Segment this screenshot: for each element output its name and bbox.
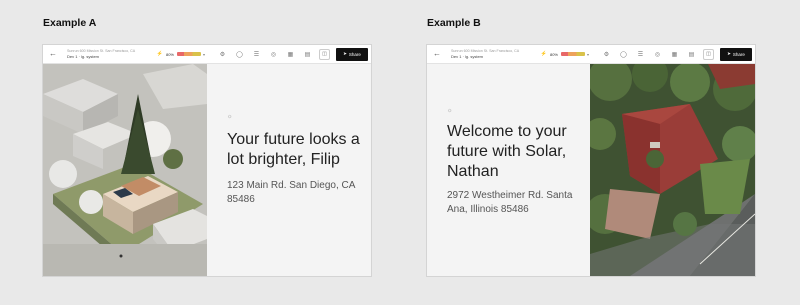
tool-layout-icon[interactable]: ◫	[319, 48, 330, 60]
share-button[interactable]: ➤ Share	[720, 47, 752, 61]
toolbar: ⚙ ◯ ☰ ◎ ▦ ▤ ◫	[214, 45, 333, 64]
hero-headline: Your future looks a lot brighter, Filip	[227, 131, 360, 168]
tool-grid-icon[interactable]: ▦	[282, 45, 299, 64]
send-icon: ➤	[727, 51, 731, 56]
example-a-label: Example A	[43, 17, 97, 29]
back-arrow-icon[interactable]: ←	[49, 50, 59, 58]
hero-address: 2972 Westheimer Rd. Santa Ana, Illinois …	[447, 190, 573, 215]
tool-settings-icon[interactable]: ⚙	[214, 45, 231, 64]
share-label: Share	[732, 51, 745, 57]
offset-meter	[560, 52, 585, 56]
tool-layers-icon[interactable]: ☰	[248, 45, 265, 64]
tool-shield-icon[interactable]: ◯	[615, 45, 632, 64]
example-a-window: ← Sunrun 600 Mission St. San Francisco, …	[43, 45, 371, 276]
send-icon: ➤	[343, 51, 347, 56]
sun-icon: ☼	[227, 114, 233, 120]
back-arrow-icon[interactable]: ←	[433, 50, 443, 58]
offset-percent: 80%	[165, 51, 174, 57]
tool-document-icon[interactable]: ▤	[683, 45, 700, 64]
share-label: Share	[348, 51, 361, 57]
hero-headline: Welcome to your future with Solar, Natha…	[447, 123, 567, 180]
tool-settings-icon[interactable]: ⚙	[598, 45, 615, 64]
tool-document-icon[interactable]: ▤	[299, 45, 316, 64]
project-selector[interactable]: Sunrun 600 Mission St. San Francisco, CA…	[451, 49, 519, 59]
bolt-icon: ⚡	[156, 51, 163, 57]
toolbar: ⚙ ◯ ☰ ◎ ▦ ▤ ◫	[598, 45, 717, 64]
hero-text-panel: ☼ Your future looks a lot brighter, Fili…	[207, 64, 371, 276]
offset-percent: 80%	[549, 51, 558, 57]
example-b-window: ← Sunrun 600 Mission St. San Francisco, …	[427, 45, 755, 276]
system-name: Dev 1 · lg. system	[451, 54, 484, 59]
tool-target-icon[interactable]: ◎	[265, 45, 282, 64]
project-selector[interactable]: Sunrun 600 Mission St. San Francisco, CA…	[67, 49, 135, 59]
chevron-down-icon[interactable]: ▾	[587, 52, 589, 57]
hero-text-panel: ☼ Welcome to your future with Solar, Nat…	[427, 64, 590, 276]
bolt-icon: ⚡	[540, 51, 547, 57]
app-topbar: ← Sunrun 600 Mission St. San Francisco, …	[427, 45, 755, 64]
hero-address: 123 Main Rd. San Diego, CA 85486	[227, 180, 355, 205]
sun-icon: ☼	[447, 108, 453, 114]
tool-grid-icon[interactable]: ▦	[666, 45, 683, 64]
tool-layers-icon[interactable]: ☰	[632, 45, 649, 64]
share-button[interactable]: ➤ Share	[336, 47, 368, 61]
house-3d-render	[43, 64, 207, 276]
app-topbar: ← Sunrun 600 Mission St. San Francisco, …	[43, 45, 371, 64]
tool-target-icon[interactable]: ◎	[649, 45, 666, 64]
tool-layout-icon[interactable]: ◫	[703, 48, 714, 60]
chevron-down-icon[interactable]: ▾	[203, 52, 205, 57]
aerial-satellite-photo	[590, 64, 755, 276]
system-name: Dev 1 · lg. system	[67, 54, 100, 59]
example-b-label: Example B	[427, 17, 481, 29]
offset-meter	[176, 52, 201, 56]
tool-shield-icon[interactable]: ◯	[231, 45, 248, 64]
